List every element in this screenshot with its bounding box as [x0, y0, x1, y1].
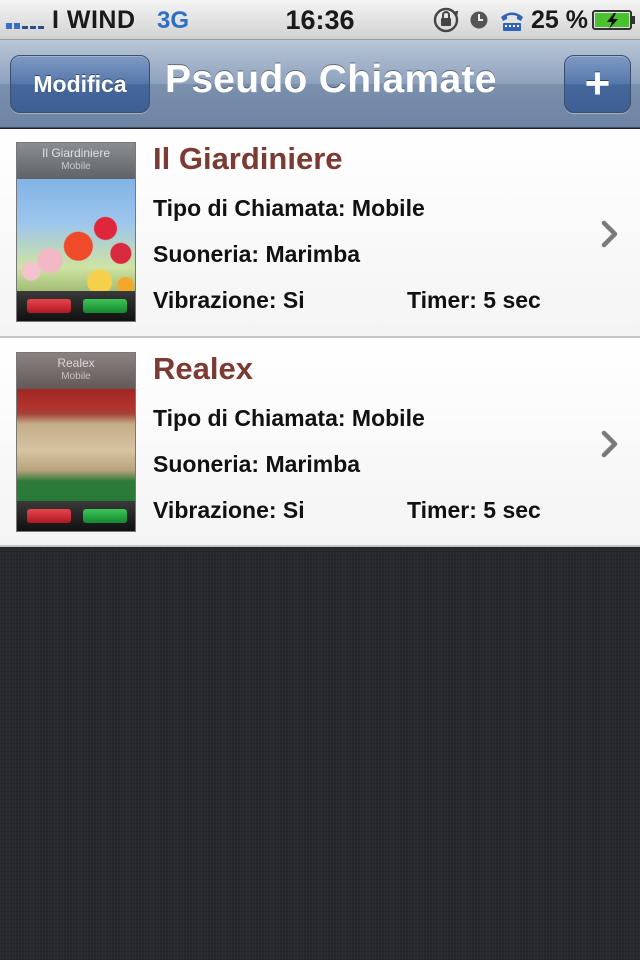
wallpaper-thumbnail: Il Giardiniere Mobile [16, 142, 136, 322]
battery-charging-icon [592, 10, 635, 30]
timer: Timer: 5 sec [407, 497, 541, 523]
answer-button-preview [83, 299, 127, 313]
page-title: Pseudo Chiamate [165, 58, 497, 101]
list-item[interactable]: Il Giardiniere Mobile Il Giardiniere Tip… [0, 129, 640, 338]
ringtone: Suoneria: Marimba [153, 451, 361, 477]
decline-button-preview [27, 509, 71, 523]
list-item[interactable]: Realex Mobile Realex Tipo di Chiamata: M… [0, 338, 640, 547]
call-list: Il Giardiniere Mobile Il Giardiniere Tip… [0, 129, 640, 547]
add-button[interactable]: + [564, 55, 631, 113]
ringtone: Suoneria: Marimba [153, 241, 361, 267]
thumbnail-caller-name: Il Giardiniere [41, 146, 111, 160]
orientation-lock-icon [433, 7, 459, 33]
timer: Timer: 5 sec [407, 287, 541, 313]
thumbnail-caller-name: Realex [57, 356, 95, 370]
call-type: Tipo di Chiamata: Mobile [153, 405, 425, 431]
wallpaper-thumbnail: Realex Mobile [16, 352, 136, 532]
vibration: Vibrazione: Si [153, 287, 305, 313]
alarm-icon [470, 11, 488, 29]
battery-percentage: 25 % [531, 5, 588, 34]
call-type: Tipo di Chiamata: Mobile [153, 195, 425, 221]
chevron-right-icon[interactable] [600, 430, 620, 458]
edit-button[interactable]: Modifica [10, 55, 150, 113]
answer-button-preview [83, 509, 127, 523]
entry-name: Il Giardiniere [153, 141, 343, 176]
thumbnail-call-type: Mobile [61, 371, 91, 382]
vibration: Vibrazione: Si [153, 497, 305, 523]
status-bar: I WIND 3G 16:36 25 % [0, 0, 640, 40]
thumbnail-call-type: Mobile [61, 161, 91, 172]
chevron-right-icon[interactable] [600, 220, 620, 248]
decline-button-preview [27, 299, 71, 313]
navigation-bar: Modifica Pseudo Chiamate + [0, 40, 640, 128]
tty-icon [501, 12, 524, 31]
entry-name: Realex [153, 351, 253, 386]
empty-list-background [0, 548, 640, 960]
